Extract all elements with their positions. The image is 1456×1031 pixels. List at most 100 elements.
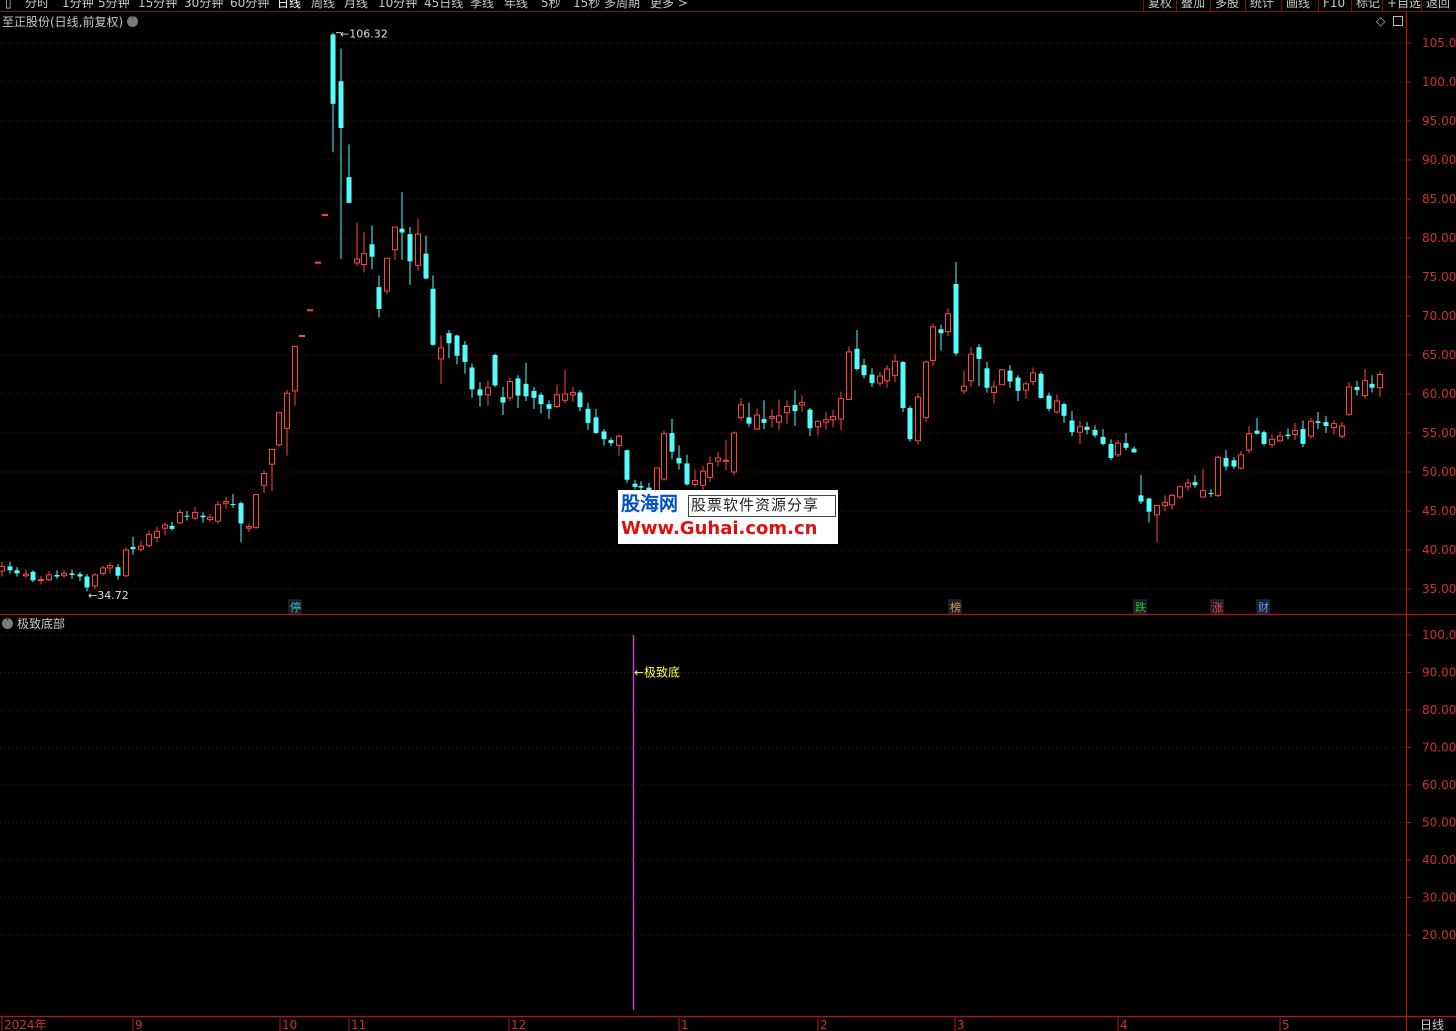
candlestick [1092, 425, 1098, 438]
candlestick [330, 32, 336, 153]
y-tick-label: 50.00 [1422, 816, 1456, 830]
candlestick [976, 344, 982, 387]
candlestick [754, 408, 760, 430]
candlestick [1339, 422, 1345, 439]
candlestick [1285, 428, 1291, 440]
candlestick [462, 340, 468, 374]
candlestick [1300, 420, 1306, 448]
event-marker: 跌 [1135, 600, 1146, 614]
candlestick [884, 365, 890, 388]
candlestick [746, 402, 752, 427]
candlestick [284, 390, 290, 456]
candlestick [1277, 431, 1283, 443]
candlestick [276, 412, 282, 448]
candlestick [799, 395, 805, 412]
candlestick [938, 324, 944, 351]
candlestick [892, 354, 898, 383]
candlestick [338, 48, 344, 260]
candlestick [1077, 420, 1083, 444]
time-tick-label: 10 [282, 1018, 297, 1031]
candlestick [415, 218, 421, 271]
time-tick-label: 4 [1120, 1018, 1128, 1031]
candlestick [154, 526, 160, 543]
candlestick [968, 347, 974, 387]
candlestick [369, 225, 375, 270]
chevron-down-icon[interactable]: ˅ [127, 16, 138, 27]
candlestick [661, 430, 667, 481]
candlestick [1208, 489, 1214, 497]
max-price-label: ←106.32 [340, 28, 388, 41]
candlestick [601, 429, 607, 446]
candlestick [77, 571, 83, 582]
candlestick [616, 434, 622, 456]
candlestick [454, 334, 460, 365]
candlestick [492, 353, 498, 387]
time-tick-label: 2 [820, 1018, 828, 1031]
watermark-url: Www.Guhai.com.cn [621, 518, 818, 539]
candlestick [354, 222, 360, 267]
event-marker: 涨 [1212, 601, 1223, 614]
candlestick [177, 509, 183, 525]
y-tick-label: 75.00 [1422, 270, 1456, 284]
min-price-label: ←34.72 [88, 589, 129, 602]
candlestick [230, 493, 236, 508]
time-tick-label: 2024年 [4, 1018, 47, 1031]
y-tick-label: 100.00 [1422, 628, 1456, 642]
watermark-site-name: 股海网 [621, 493, 679, 515]
candlestick [930, 323, 936, 366]
y-tick-label: 90.00 [1422, 153, 1456, 167]
chevron-down-icon[interactable]: ˅ [2, 618, 13, 629]
candlestick [207, 514, 213, 522]
candlestick [423, 235, 429, 280]
y-tick-label: 40.00 [1422, 543, 1456, 557]
candlestick [700, 465, 706, 493]
y-tick-label: 105.00 [1422, 36, 1456, 50]
candlestick [223, 496, 229, 509]
candlestick [1223, 450, 1229, 471]
candlestick [1131, 446, 1137, 453]
candlestick [1146, 497, 1152, 523]
candlestick [531, 386, 537, 409]
candlestick [669, 418, 675, 460]
candlestick [192, 507, 198, 521]
candlestick [991, 380, 997, 404]
candlestick [54, 570, 60, 579]
candlestick [1115, 440, 1121, 458]
candlestick [169, 521, 175, 531]
candlestick [577, 390, 583, 412]
candlestick [1007, 365, 1013, 388]
candlestick [130, 536, 136, 555]
candlestick [723, 440, 729, 471]
candlestick [1069, 411, 1075, 437]
y-tick-label: 80.00 [1422, 703, 1456, 717]
candlestick [392, 226, 398, 260]
candlestick [1308, 418, 1314, 439]
candlestick [485, 380, 491, 406]
candlestick [1046, 392, 1052, 412]
candlestick [146, 530, 152, 548]
y-tick-label: 85.00 [1422, 192, 1456, 206]
candlestick [1315, 411, 1321, 430]
candlestick [23, 569, 29, 579]
candlestick [7, 561, 13, 574]
candlestick [823, 411, 829, 430]
candlestick [299, 335, 305, 337]
y-tick-label: 40.00 [1422, 853, 1456, 867]
candlestick [1331, 420, 1337, 435]
candlestick [861, 358, 867, 379]
candlestick [469, 363, 475, 398]
candlestick [830, 409, 836, 428]
candlestick [407, 227, 413, 285]
candlestick [430, 275, 436, 346]
candlestick [776, 399, 782, 430]
diamond-icon[interactable]: ◇ [1376, 14, 1385, 28]
candlestick [585, 402, 591, 430]
watermark-slogan: 股票软件资源分享 [691, 496, 820, 514]
candlestick [162, 522, 168, 536]
maximize-icon[interactable] [1393, 16, 1403, 26]
candlestick [838, 391, 844, 430]
candlestick [446, 330, 452, 359]
candlestick [1061, 402, 1067, 423]
y-tick-label: 60.00 [1422, 778, 1456, 792]
candlestick [61, 570, 67, 579]
